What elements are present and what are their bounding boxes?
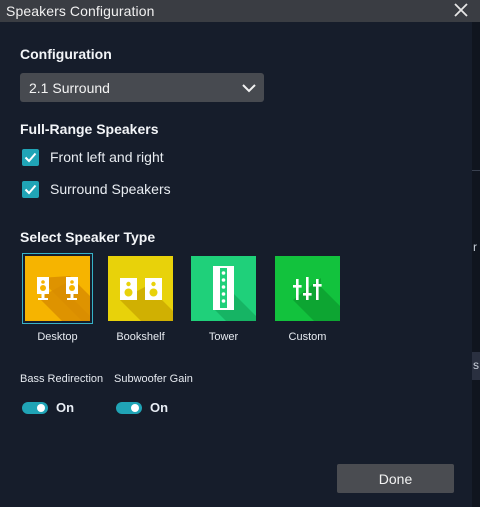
tile-label: Desktop: [37, 331, 78, 343]
background-divider: [472, 170, 480, 177]
toggle-state-label: On: [56, 400, 75, 415]
full-range-heading: Full-Range Speakers: [20, 121, 159, 137]
background-glyph: r: [473, 240, 477, 254]
checkmark-icon: [24, 152, 37, 163]
checkbox-checked[interactable]: [22, 149, 39, 166]
configuration-selected-value: 2.1 Surround: [29, 80, 110, 96]
toggle-knob[interactable]: [37, 404, 45, 412]
configuration-heading: Configuration: [20, 46, 112, 62]
title-bar: Speakers Configuration: [0, 0, 480, 22]
done-button-label: Done: [378, 471, 413, 487]
subwoofer-gain-label: Subwoofer Gain: [114, 373, 193, 385]
desktop-speakers-icon: [37, 276, 90, 321]
desktop-tile-face: [25, 256, 90, 321]
bass-redirection-label: Bass Redirection: [20, 373, 104, 385]
toggle-knob[interactable]: [131, 404, 139, 412]
equalizer-sliders-icon: [293, 277, 340, 321]
speaker-type-desktop[interactable]: Desktop: [22, 253, 93, 346]
speaker-type-heading: Select Speaker Type: [20, 229, 156, 245]
done-button[interactable]: Done: [337, 464, 454, 493]
configuration-dropdown[interactable]: 2.1 Surround: [20, 73, 264, 102]
checkbox-label: Surround Speakers: [50, 181, 171, 197]
bookshelf-tile-face: [108, 256, 173, 321]
close-icon[interactable]: [452, 1, 470, 19]
checkbox-checked[interactable]: [22, 181, 39, 198]
tile-label: Bookshelf: [116, 331, 165, 343]
tower-tile-face: [191, 256, 256, 321]
toggle-state-label: On: [150, 400, 169, 415]
speaker-type-bookshelf[interactable]: Bookshelf: [108, 256, 173, 346]
window-title: Speakers Configuration: [6, 3, 155, 19]
front-left-right-checkbox[interactable]: Front left and right: [22, 149, 222, 167]
checkbox-label: Front left and right: [50, 149, 164, 165]
chevron-down-icon: [242, 84, 256, 93]
tile-label: Custom: [288, 331, 327, 343]
tile-label: Tower: [208, 331, 239, 343]
tower-speaker-icon: [213, 266, 256, 321]
subwoofer-gain-toggle[interactable]: On: [114, 400, 174, 416]
bass-redirection-toggle[interactable]: On: [20, 400, 80, 416]
custom-tile-face: [275, 256, 340, 321]
surround-speakers-checkbox[interactable]: Surround Speakers: [22, 181, 222, 199]
bookshelf-speakers-icon: [120, 278, 173, 321]
speaker-type-tower[interactable]: Tower: [191, 256, 256, 346]
checkmark-icon: [24, 184, 37, 195]
background-window-edge: r s: [472, 22, 480, 507]
background-panel: s: [472, 352, 480, 380]
speaker-type-custom[interactable]: Custom: [275, 256, 340, 346]
